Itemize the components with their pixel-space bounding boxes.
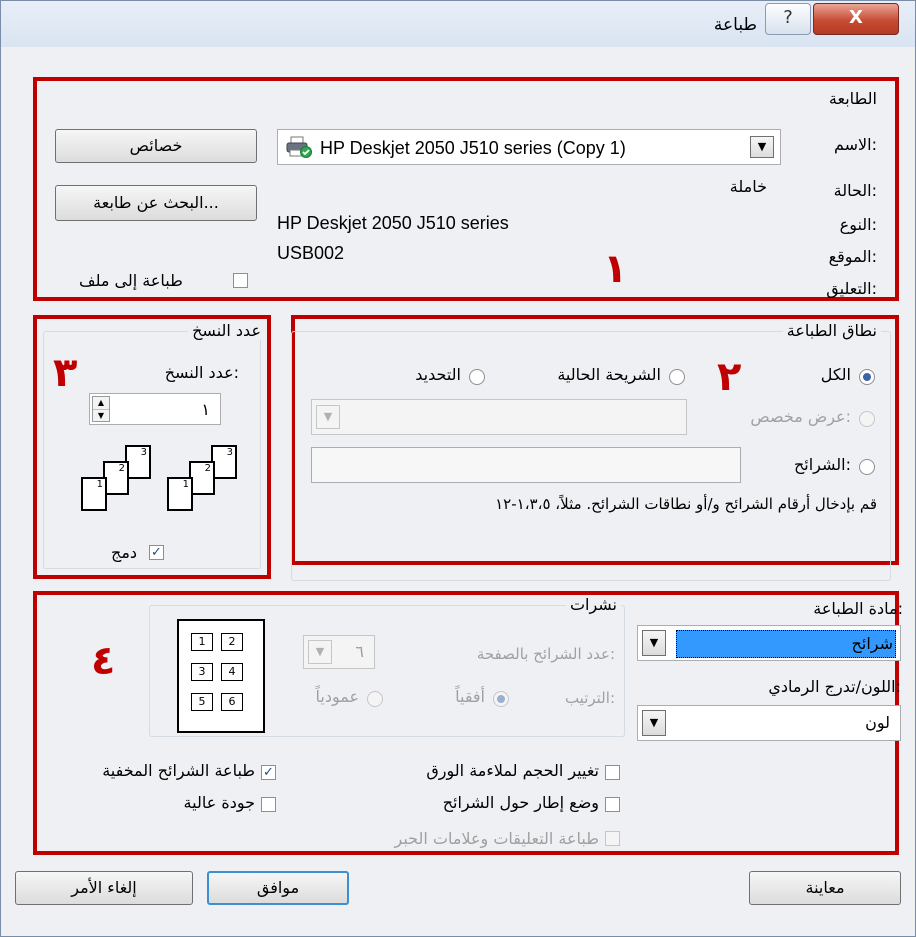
handout-slide-2: 2 [221, 633, 243, 651]
order-vertical-radio[interactable] [367, 691, 383, 707]
print-what-dropdown[interactable]: شرائح ▼ [637, 625, 901, 661]
high-quality-checkbox[interactable] [261, 797, 276, 812]
print-to-file-label: طباعة إلى ملف [79, 271, 183, 290]
handout-slide-1: 1 [191, 633, 213, 651]
handout-preview-icon: 1 2 3 4 5 6 [177, 619, 265, 733]
range-slides-label: الشرائح: [793, 455, 851, 474]
per-page-dropdown[interactable]: ٦ ▼ [303, 635, 375, 669]
collate-stack-icon: 3 2 1 [79, 445, 159, 517]
frame-slides-label: وضع إطار حول الشرائح [442, 793, 599, 812]
help-button[interactable]: ? [765, 3, 811, 35]
range-all-label: الكل [820, 365, 851, 384]
per-page-value: ٦ [355, 642, 364, 661]
print-comments-checkbox[interactable] [605, 831, 620, 846]
range-slides-radio[interactable] [859, 459, 875, 475]
order-label: الترتيب: [564, 689, 615, 707]
print-range-label: نطاق الطباعة [782, 321, 881, 340]
range-current-slide-radio[interactable] [669, 369, 685, 385]
printer-status-label: الحالة: [833, 181, 877, 200]
order-horizontal-radio[interactable] [493, 691, 509, 707]
printer-where-value: USB002 [277, 243, 345, 263]
color-value: لون [865, 713, 890, 732]
title-bar: طباعة ? X [1, 1, 915, 47]
chevron-down-icon[interactable]: ▼ [642, 630, 666, 656]
printer-icon [286, 136, 312, 158]
collate-label: دمج [111, 543, 138, 562]
chevron-down-icon[interactable]: ▼ [750, 136, 774, 158]
copies-count-label: عدد النسخ: [164, 363, 239, 382]
annotation-number-4: ٤ [91, 638, 116, 684]
print-what-label: مادة الطباعة: [813, 599, 903, 618]
handout-slide-5: 5 [191, 693, 213, 711]
spin-buttons[interactable]: ▲ ▼ [92, 396, 110, 422]
scale-to-fit-label: تغيير الحجم لملاءمة الورق [426, 761, 599, 780]
find-printer-button[interactable]: البحث عن طابعة... [55, 185, 257, 221]
print-hidden-checkbox[interactable]: ✓ [261, 765, 276, 780]
print-comments-label: طباعة التعليقات وعلامات الحبر [394, 829, 599, 848]
printer-comment-label: التعليق: [826, 279, 877, 298]
chevron-down-icon[interactable]: ▼ [316, 405, 340, 429]
printer-status-value: خاملة [729, 177, 767, 196]
frame-slides-checkbox[interactable] [605, 797, 620, 812]
annotation-number-3: ٣ [53, 350, 78, 396]
printer-type-label: النوع: [839, 215, 877, 234]
print-dialog: طباعة ? X الطابعة الاسم: HP Deskjet 2050… [0, 0, 916, 937]
cancel-button[interactable]: إلغاء الأمر [15, 871, 193, 905]
printer-name-label: الاسم: [833, 135, 877, 154]
order-horizontal-label: أفقياً [455, 687, 485, 706]
range-all-radio[interactable] [859, 369, 875, 385]
spin-up-icon[interactable]: ▲ [93, 397, 109, 410]
copies-count-stepper[interactable]: ١ ▲ ▼ [89, 393, 221, 425]
range-selection-label: التحديد [415, 365, 461, 384]
color-dropdown[interactable]: لون ▼ [637, 705, 901, 741]
dialog-title: طباعة [713, 15, 757, 35]
per-page-label: عدد الشرائح بالصفحة: [476, 645, 615, 663]
collate-checkbox[interactable]: ✓ [149, 545, 164, 560]
custom-show-dropdown[interactable]: ▼ [311, 399, 687, 435]
annotation-number-1: ١ [603, 246, 628, 292]
range-selection-radio[interactable] [469, 369, 485, 385]
print-hidden-label: طباعة الشرائح المخفية [102, 761, 255, 780]
range-custom-show-label: عرض مخصص: [750, 407, 851, 426]
spin-down-icon[interactable]: ▼ [93, 410, 109, 422]
print-what-value: شرائح [851, 634, 893, 653]
chevron-down-icon[interactable]: ▼ [308, 640, 332, 664]
printer-type-value: HP Deskjet 2050 J510 series [277, 213, 509, 233]
handout-slide-3: 3 [191, 663, 213, 681]
printer-where-label: الموقع: [828, 247, 877, 266]
printer-name-dropdown[interactable]: HP Deskjet 2050 J510 series (Copy 1) ▼ [277, 129, 781, 165]
order-vertical-label: عمودياً [315, 687, 359, 706]
chevron-down-icon[interactable]: ▼ [642, 710, 666, 736]
printer-group-label: الطابعة [828, 89, 877, 108]
color-label: اللون/تدرج الرمادي: [768, 677, 901, 696]
slides-input[interactable] [311, 447, 741, 483]
handouts-group-label: نشرات [565, 595, 621, 614]
copies-group-label: عدد النسخ [188, 321, 265, 340]
printer-name-value: HP Deskjet 2050 J510 series (Copy 1) [320, 138, 626, 158]
properties-button[interactable]: خصائص [55, 129, 257, 163]
range-current-slide-label: الشريحة الحالية [557, 365, 661, 384]
handout-slide-6: 6 [221, 693, 243, 711]
range-hint: قم بإدخال أرقام الشرائح و/أو نطاقات الشر… [495, 495, 877, 513]
high-quality-label: جودة عالية [183, 793, 255, 812]
print-to-file-checkbox[interactable] [233, 273, 248, 288]
close-button[interactable]: X [813, 3, 899, 35]
annotation-number-2: ٢ [717, 354, 742, 400]
handout-slide-4: 4 [221, 663, 243, 681]
copies-count-value: ١ [201, 400, 210, 419]
preview-button[interactable]: معاينة [749, 871, 901, 905]
print-what-selection: شرائح [676, 630, 896, 658]
scale-to-fit-checkbox[interactable] [605, 765, 620, 780]
collate-stack-icon: 3 2 1 [165, 445, 245, 517]
ok-button[interactable]: موافق [207, 871, 349, 905]
range-custom-show-radio[interactable] [859, 411, 875, 427]
